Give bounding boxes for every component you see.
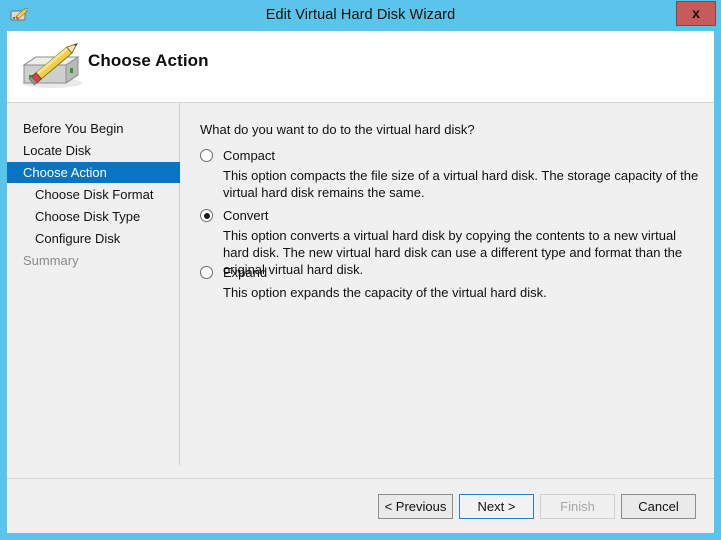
prompt-text: What do you want to do to the virtual ha… [200,122,475,137]
window-title: Edit Virtual Hard Disk Wizard [0,0,721,31]
wizard-steps-sidebar: Before You Begin Locate Disk Choose Acti… [7,103,180,465]
sidebar-item-summary[interactable]: Summary [7,250,180,271]
option-compact-label[interactable]: Compact [223,148,275,163]
edit-virtual-hard-disk-wizard-window: Edit Virtual Hard Disk Wizard x [0,0,721,540]
sidebar-item-choose-action[interactable]: Choose Action [7,162,180,183]
option-convert-description: This option converts a virtual hard disk… [223,227,703,278]
wizard-body: Before You Begin Locate Disk Choose Acti… [7,103,714,533]
sidebar-item-choose-disk-type[interactable]: Choose Disk Type [7,206,180,227]
disk-pencil-icon [16,37,88,95]
wizard-main-panel: What do you want to do to the virtual ha… [181,103,714,465]
cancel-button[interactable]: Cancel [621,494,696,519]
radio-convert[interactable] [200,209,213,222]
previous-button[interactable]: < Previous [378,494,453,519]
radio-compact[interactable] [200,149,213,162]
page-title: Choose Action [88,51,209,71]
title-bar: Edit Virtual Hard Disk Wizard x [0,0,721,31]
close-icon[interactable]: x [676,1,716,26]
option-convert-label[interactable]: Convert [223,208,269,223]
sidebar-item-choose-disk-format[interactable]: Choose Disk Format [7,184,180,205]
wizard-header: Choose Action [7,31,714,103]
radio-expand[interactable] [200,266,213,279]
sidebar-item-before-you-begin[interactable]: Before You Begin [7,118,180,139]
finish-button: Finish [540,494,615,519]
option-expand-description: This option expands the capacity of the … [223,284,703,301]
next-button[interactable]: Next > [459,494,534,519]
sidebar-item-locate-disk[interactable]: Locate Disk [7,140,180,161]
wizard-footer: < Previous Next > Finish Cancel [7,478,714,533]
option-expand-label[interactable]: Expand [223,265,267,280]
sidebar-item-configure-disk[interactable]: Configure Disk [7,228,180,249]
option-compact-description: This option compacts the file size of a … [223,167,703,201]
